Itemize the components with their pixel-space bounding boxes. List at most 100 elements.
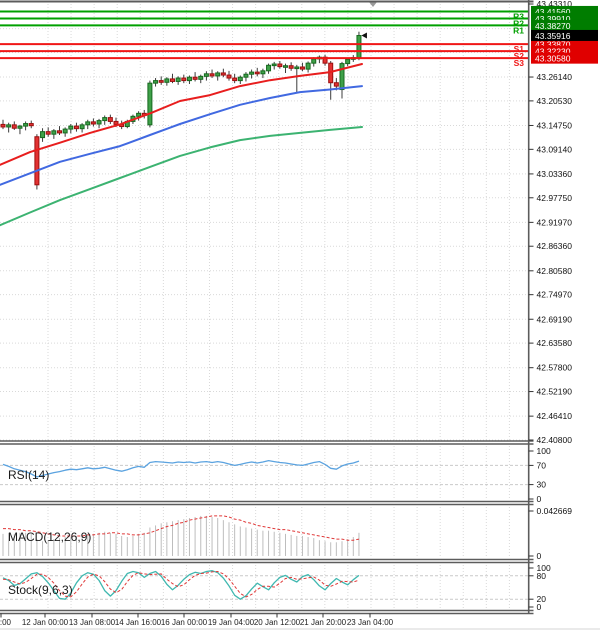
chart-markers bbox=[361, 2, 377, 38]
bull-candle bbox=[306, 63, 310, 69]
svg-text:100: 100 bbox=[537, 446, 551, 456]
bear-candle bbox=[74, 126, 78, 129]
svg-text:42.63580: 42.63580 bbox=[537, 338, 573, 348]
bull-candle bbox=[165, 79, 169, 82]
bear-candle bbox=[35, 137, 39, 185]
bull-candle bbox=[41, 132, 45, 138]
bull-candle bbox=[346, 59, 350, 63]
time-axis-label: 19 Jan 04:00 bbox=[208, 618, 255, 627]
bull-candle bbox=[312, 59, 316, 63]
bull-candle bbox=[357, 36, 361, 58]
ma-slow-green bbox=[0, 127, 362, 225]
svg-text:80: 80 bbox=[537, 571, 547, 581]
bull-candle bbox=[148, 83, 152, 125]
bull-candle bbox=[267, 65, 271, 71]
bear-candle bbox=[108, 118, 112, 122]
bull-candle bbox=[86, 122, 90, 125]
svg-text:0: 0 bbox=[537, 602, 542, 612]
svg-text:0: 0 bbox=[537, 551, 542, 561]
time-axis-label: 21 Jan 20:00 bbox=[300, 618, 347, 627]
bear-candle bbox=[114, 121, 118, 124]
bear-candle bbox=[171, 79, 175, 82]
svg-text:43.26140: 43.26140 bbox=[537, 72, 573, 82]
macd-panel: 0.042669 0 bbox=[3, 506, 572, 561]
bull-candle bbox=[63, 129, 67, 133]
bull-candle bbox=[103, 118, 107, 121]
bear-candle bbox=[221, 73, 225, 75]
pivot-label-s3: S3 bbox=[514, 58, 525, 68]
svg-text:70: 70 bbox=[537, 460, 547, 470]
macd-signal-line bbox=[3, 516, 359, 540]
bull-candle bbox=[284, 66, 288, 68]
bull-candle bbox=[272, 64, 276, 66]
bull-candle bbox=[250, 72, 254, 74]
svg-text:43.38270: 43.38270 bbox=[535, 21, 571, 31]
bull-candle bbox=[261, 71, 265, 74]
bear-candle bbox=[12, 125, 16, 128]
svg-text:43.03360: 43.03360 bbox=[537, 169, 573, 179]
last-price-arrow bbox=[361, 32, 367, 38]
svg-text:42.69190: 42.69190 bbox=[537, 314, 573, 324]
time-axis-label: 12 Jan 00:00 bbox=[22, 618, 69, 627]
svg-text:42.86360: 42.86360 bbox=[537, 241, 573, 251]
bull-candle bbox=[154, 81, 158, 84]
chart-canvas[interactable]: R3R2R1S1S2S343.4331043.2614043.2053043.1… bbox=[0, 0, 600, 633]
chart-shift-marker bbox=[369, 2, 377, 7]
svg-text:43.35916: 43.35916 bbox=[535, 31, 571, 41]
bear-candle bbox=[46, 132, 50, 135]
bull-candle bbox=[7, 125, 11, 127]
bear-candle bbox=[334, 83, 338, 86]
bull-candle bbox=[204, 74, 208, 77]
svg-text:0.042669: 0.042669 bbox=[537, 506, 573, 516]
bull-candle bbox=[176, 78, 180, 81]
stoch-k-line bbox=[3, 571, 359, 600]
moving-averages bbox=[0, 64, 362, 225]
time-axis-label: 16 Jan 00:00 bbox=[161, 618, 208, 627]
bear-candle bbox=[278, 64, 282, 67]
time-axis-label: 20:00 bbox=[0, 618, 12, 627]
bull-candle bbox=[340, 64, 344, 90]
time-axis[interactable]: 20:0012 Jan 00:0013 Jan 08:0014 Jan 16:0… bbox=[0, 614, 394, 628]
bull-candle bbox=[137, 113, 141, 116]
bear-candle bbox=[58, 131, 62, 133]
svg-text:42.91970: 42.91970 bbox=[537, 217, 573, 227]
bear-candle bbox=[210, 74, 214, 76]
bull-candle bbox=[69, 126, 73, 129]
bull-candle bbox=[24, 124, 28, 127]
bear-candle bbox=[91, 122, 95, 124]
bull-candle bbox=[52, 131, 56, 134]
svg-text:42.46410: 42.46410 bbox=[537, 411, 573, 421]
bull-candle bbox=[244, 74, 248, 77]
bull-candle bbox=[187, 77, 191, 80]
bear-candle bbox=[255, 72, 259, 74]
candles bbox=[1, 32, 361, 190]
bear-candle bbox=[227, 75, 231, 78]
bull-candle bbox=[238, 77, 242, 80]
stoch-panel: 10080200 bbox=[0, 563, 551, 612]
bear-candle bbox=[29, 124, 33, 126]
time-axis-label: 13 Jan 08:00 bbox=[69, 618, 116, 627]
svg-text:42.80580: 42.80580 bbox=[537, 266, 573, 276]
time-axis-label: 23 Jan 04:00 bbox=[347, 618, 394, 627]
bear-candle bbox=[233, 78, 237, 81]
time-axis-label: 20 Jan 12:00 bbox=[254, 618, 301, 627]
svg-text:0: 0 bbox=[537, 494, 542, 504]
bull-candle bbox=[216, 73, 220, 76]
bull-candle bbox=[199, 76, 203, 79]
bull-candle bbox=[80, 125, 84, 129]
grid bbox=[0, 4, 528, 609]
svg-text:42.57800: 42.57800 bbox=[537, 363, 573, 373]
svg-text:43.30580: 43.30580 bbox=[535, 54, 571, 64]
svg-text:42.74970: 42.74970 bbox=[537, 290, 573, 300]
bull-candle bbox=[97, 121, 101, 124]
bull-candle bbox=[18, 126, 22, 128]
svg-text:30: 30 bbox=[537, 480, 547, 490]
bear-candle bbox=[182, 78, 186, 81]
price-scale[interactable]: 43.4331043.2614043.2053043.1475043.09140… bbox=[529, 0, 598, 445]
trading-chart-window: R3R2R1S1S2S343.4331043.2614043.2053043.1… bbox=[0, 0, 600, 633]
pivot-label-r1: R1 bbox=[513, 25, 524, 35]
svg-text:43.14750: 43.14750 bbox=[537, 120, 573, 130]
pivot-lines: R3R2R1S1S2S3 bbox=[0, 11, 528, 68]
svg-text:42.40800: 42.40800 bbox=[537, 435, 573, 445]
svg-text:43.20530: 43.20530 bbox=[537, 96, 573, 106]
